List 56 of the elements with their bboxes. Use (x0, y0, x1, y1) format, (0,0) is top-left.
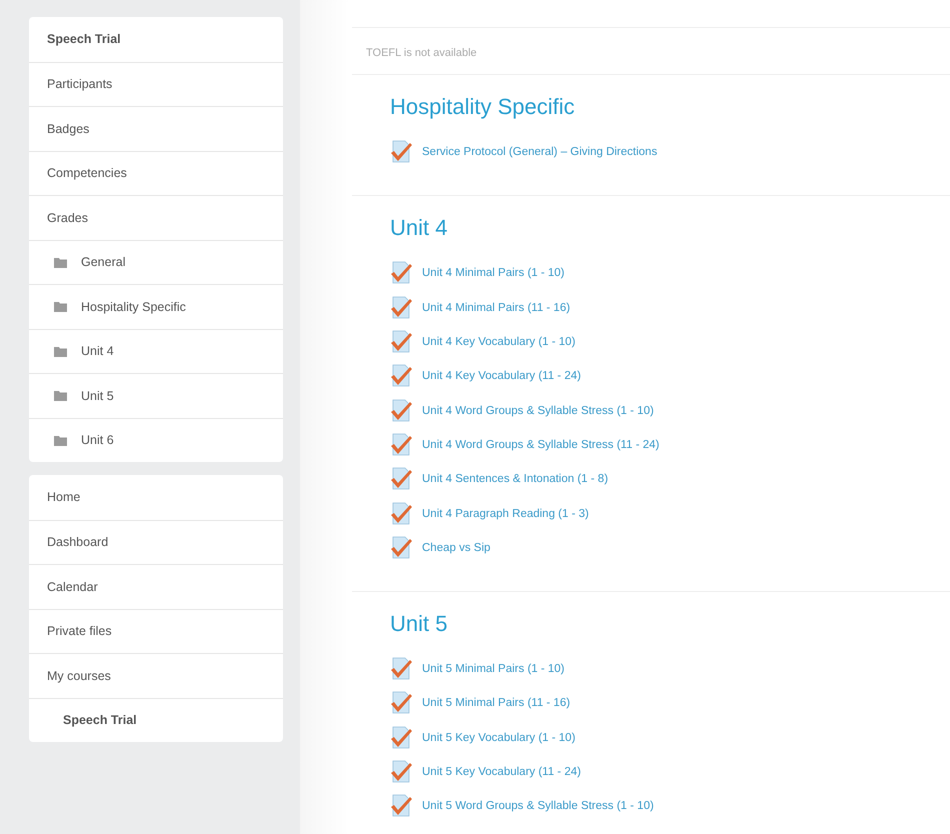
nav-item-label: Participants (47, 77, 112, 92)
checked-document-icon (390, 794, 414, 818)
nav-item-label: Speech Trial (47, 32, 121, 46)
section-title: Hospitality Specific (390, 93, 576, 121)
nav-item-label: Unit 5 (81, 388, 114, 403)
checked-document-icon (390, 691, 414, 716)
nav-item[interactable]: Unit 4 (29, 328, 283, 373)
folder-icon (54, 301, 67, 312)
nav-item-label: Unit 6 (81, 433, 114, 448)
nav-item-label: Private files (47, 624, 112, 638)
section-title: Unit 5 (390, 610, 448, 638)
folder-icon (54, 390, 67, 402)
section-title: Unit 4 (390, 214, 448, 242)
checked-document-icon (390, 296, 414, 320)
folder-icon (54, 346, 67, 357)
checked-document-icon (390, 432, 414, 457)
nav-item[interactable]: My courses (29, 653, 283, 698)
nav-item[interactable]: Home (29, 475, 283, 520)
checked-document-icon (390, 140, 414, 164)
nav-item[interactable]: Private files (29, 608, 283, 653)
checked-document-icon (390, 657, 414, 682)
nav-item[interactable]: Unit 5 (29, 373, 283, 418)
nav-item[interactable]: Unit 6 (29, 418, 283, 462)
checked-document-icon (390, 760, 414, 784)
folder-icon (54, 256, 67, 268)
nav-item[interactable]: Badges (29, 106, 283, 150)
nav-item-label: Badges (47, 122, 90, 136)
nav-item-label: Hospitality Specific (81, 300, 186, 314)
nav-item-label: Dashboard (47, 535, 108, 550)
checked-document-icon (390, 398, 414, 423)
availability-notice: TOEFL is not available (365, 46, 478, 61)
nav-item-label: General (81, 255, 126, 270)
nav-item[interactable]: Speech Trial (29, 698, 283, 742)
nav-item-label: Speech Trial (63, 713, 137, 728)
nav-item-label: Competencies (47, 166, 127, 180)
nav-item[interactable]: General (29, 240, 283, 284)
checked-document-icon (390, 364, 414, 388)
checked-document-icon (390, 330, 414, 354)
nav-item-label: Calendar (47, 580, 98, 594)
checked-document-icon (390, 726, 414, 750)
checked-document-icon (390, 536, 414, 560)
checked-document-icon (390, 261, 414, 286)
nav-item-label: Unit 4 (81, 344, 114, 358)
checked-document-icon (390, 467, 414, 492)
nav-item-label: Grades (47, 210, 88, 225)
nav-item[interactable]: Hospitality Specific (29, 284, 283, 328)
nav-item[interactable]: Participants (29, 62, 283, 106)
nav-item[interactable]: Competencies (29, 150, 283, 195)
nav-item[interactable]: Grades (29, 195, 283, 240)
nav-item-label: Home (47, 490, 80, 504)
folder-icon (54, 434, 67, 446)
nav-item[interactable]: Speech Trial (29, 17, 283, 62)
checked-document-icon (390, 502, 414, 526)
nav-item[interactable]: Dashboard (29, 520, 283, 564)
nav-item[interactable]: Calendar (29, 564, 283, 608)
nav-item-label: My courses (47, 668, 111, 683)
